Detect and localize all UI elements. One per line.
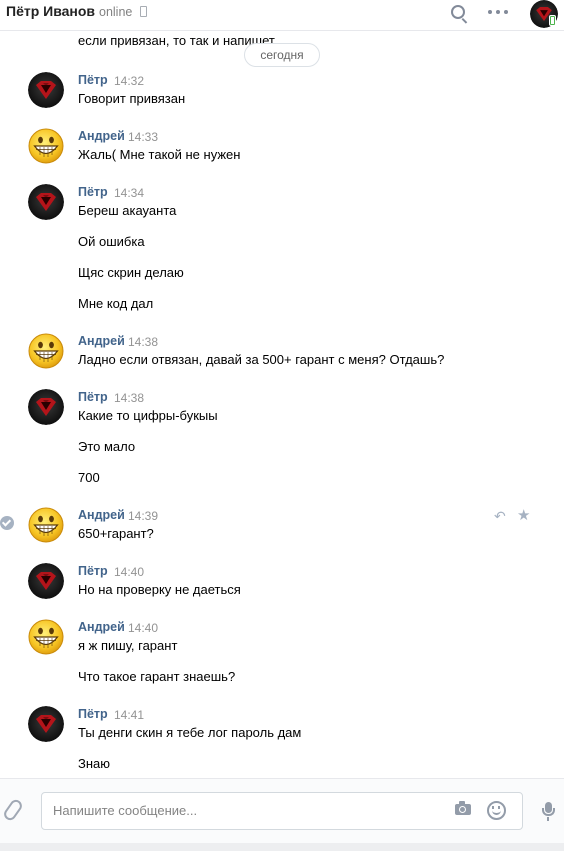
online-status: online: [99, 5, 133, 19]
avatar-andrey[interactable]: [28, 507, 64, 543]
message-time[interactable]: 14:33: [128, 130, 158, 144]
bottom-strip: [0, 843, 564, 851]
message-author[interactable]: Андрей: [78, 334, 125, 348]
message-text: Но на проверку не даеться: [78, 582, 241, 597]
smile-icon[interactable]: [487, 801, 506, 820]
avatar-petr[interactable]: [28, 563, 64, 599]
message-text: 650+гарант?: [78, 526, 154, 541]
avatar-andrey[interactable]: [28, 333, 64, 369]
message-time[interactable]: 14:39: [128, 509, 158, 523]
message-text: Мне код дал: [78, 296, 154, 311]
avatar-petr[interactable]: [28, 706, 64, 742]
avatar-andrey[interactable]: [28, 128, 64, 164]
message-author[interactable]: Андрей: [78, 508, 125, 522]
message-text: Какие то цифры-букыы: [78, 408, 218, 423]
message-author[interactable]: Пётр: [78, 73, 108, 87]
avatar-petr[interactable]: [28, 72, 64, 108]
message-text: 700: [78, 470, 100, 485]
search-icon[interactable]: [451, 5, 465, 19]
reply-icon[interactable]: ↶: [494, 508, 506, 525]
message-text: Говорит привязан: [78, 91, 186, 106]
message-author[interactable]: Пётр: [78, 390, 108, 404]
avatar-andrey[interactable]: [28, 619, 64, 655]
more-icon[interactable]: [488, 10, 508, 15]
mobile-online-icon: [549, 15, 556, 26]
check-icon[interactable]: [0, 516, 14, 530]
chat-header: Пётр Иванов online: [0, 0, 564, 31]
message-time[interactable]: 14:41: [114, 708, 144, 722]
message-author[interactable]: Пётр: [78, 707, 108, 721]
message-author[interactable]: Андрей: [78, 620, 125, 634]
message-text: Береш акауанта: [78, 203, 177, 218]
star-icon[interactable]: ★: [517, 506, 530, 524]
message-input-placeholder: Напишите сообщение...: [53, 803, 198, 818]
message-time[interactable]: 14:38: [128, 335, 158, 349]
message-text: Это мало: [78, 439, 136, 454]
message-text: Ты денги скин я тебе лог пароль дам: [78, 725, 302, 740]
phone-icon: [140, 6, 147, 17]
message-text: Жаль( Мне такой не нужен: [78, 147, 241, 162]
message-text: Ладно если отвязан, давай за 500+ гарант…: [78, 352, 445, 367]
message-text: Щяс скрин делаю: [78, 265, 184, 280]
message-text: Знаю: [78, 756, 111, 771]
date-divider: сегодня: [244, 43, 320, 67]
message-text: я ж пишу, гарант: [78, 638, 178, 653]
chat-title[interactable]: Пётр Иванов: [6, 3, 95, 19]
message-text: Ой ошибка: [78, 234, 145, 249]
avatar-petr[interactable]: [28, 184, 64, 220]
mic-icon[interactable]: [542, 802, 555, 821]
message-time[interactable]: 14:32: [114, 74, 144, 88]
message-text: Что такое гарант знаешь?: [78, 669, 236, 684]
message-time[interactable]: 14:40: [114, 565, 144, 579]
message-author[interactable]: Пётр: [78, 564, 108, 578]
message-author[interactable]: Пётр: [78, 185, 108, 199]
camera-icon[interactable]: [455, 801, 471, 815]
message-time[interactable]: 14:34: [114, 186, 144, 200]
clipped-message: если привязан, то так и напишет: [78, 33, 275, 48]
message-time[interactable]: 14:40: [128, 621, 158, 635]
message-author[interactable]: Андрей: [78, 129, 125, 143]
message-time[interactable]: 14:38: [114, 391, 144, 405]
avatar-petr[interactable]: [28, 389, 64, 425]
